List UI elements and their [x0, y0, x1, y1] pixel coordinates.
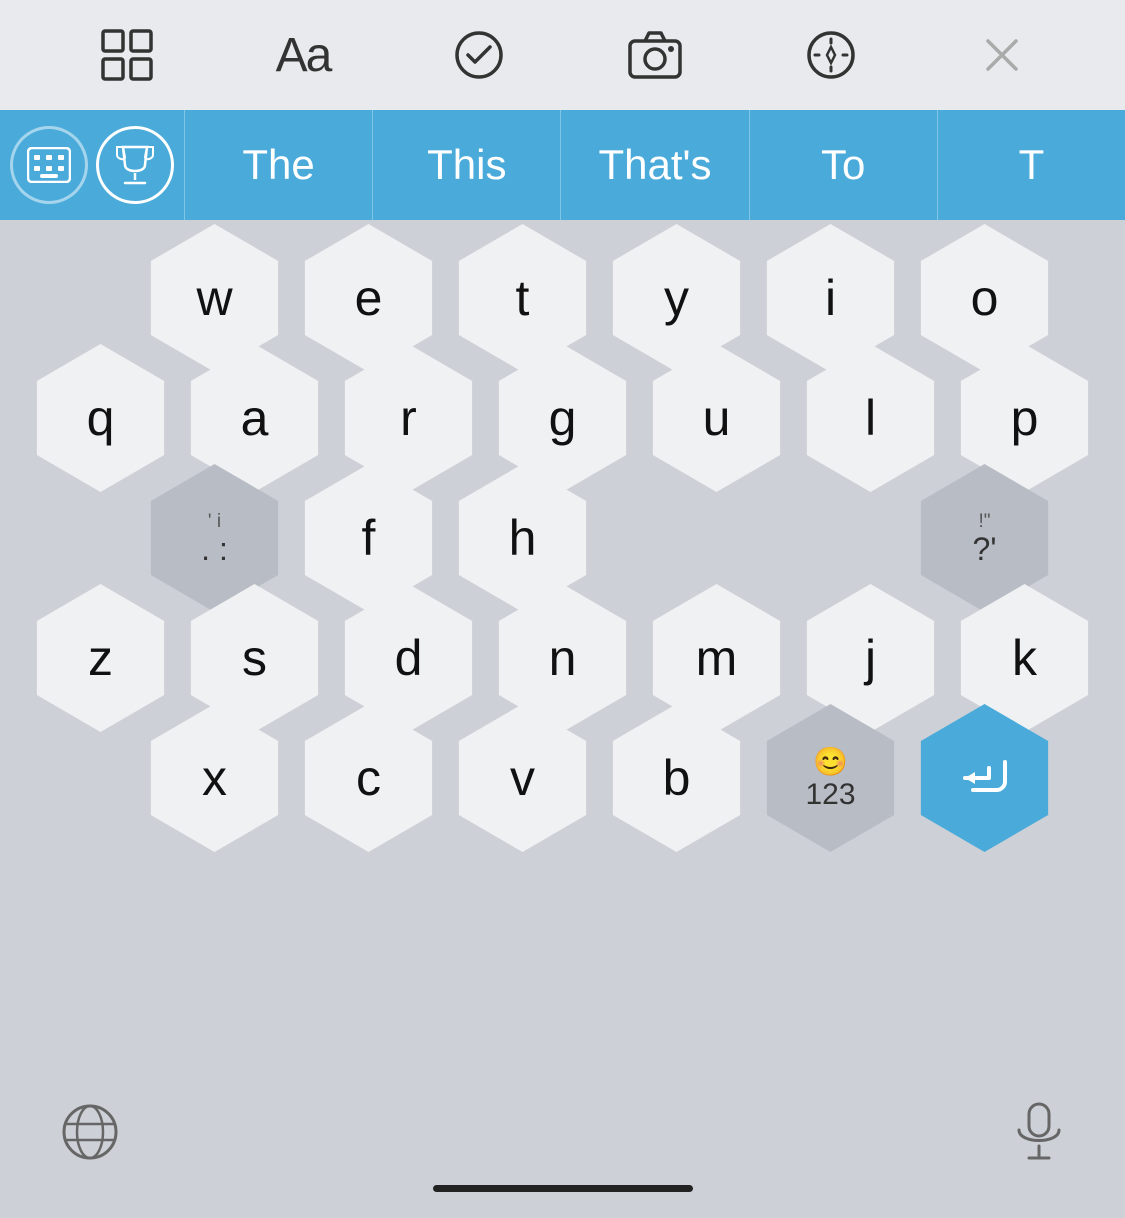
key-numeric[interactable]: 😊 123 — [757, 704, 905, 852]
camera-icon[interactable] — [627, 29, 683, 81]
pen-icon[interactable] — [805, 29, 857, 81]
key-x[interactable]: x — [141, 704, 289, 852]
keyboard-area: w e t y i o q a r g u l p ' i . : f — [0, 220, 1125, 1218]
hex-grid: w e t y i o q a r g u l p ' i . : f — [0, 238, 1125, 838]
globe-icon[interactable] — [60, 1102, 120, 1175]
mic-icon[interactable] — [1013, 1102, 1065, 1175]
key-return[interactable] — [911, 704, 1059, 852]
suggestion-this[interactable]: This — [372, 110, 560, 220]
text-icon[interactable]: Aa — [276, 28, 331, 83]
trophy-icon[interactable] — [96, 126, 174, 204]
key-c[interactable]: c — [295, 704, 443, 852]
key-v[interactable]: v — [449, 704, 597, 852]
suggestion-the[interactable]: The — [184, 110, 372, 220]
suggestion-bar: The This That's To T — [0, 110, 1125, 220]
suggestion-to[interactable]: To — [749, 110, 937, 220]
key-b[interactable]: b — [603, 704, 751, 852]
grid-icon[interactable] — [101, 29, 153, 81]
key-row-5: x c v b 😊 123 — [138, 704, 1062, 852]
suggestion-thats[interactable]: That's — [560, 110, 748, 220]
suggestion-t[interactable]: T — [937, 110, 1125, 220]
check-icon[interactable] — [453, 29, 505, 81]
bottom-bar — [0, 1068, 1125, 1208]
home-indicator — [433, 1185, 693, 1192]
top-toolbar: Aa — [0, 0, 1125, 110]
close-icon[interactable] — [980, 33, 1024, 77]
suggestion-words: The This That's To T — [184, 110, 1125, 220]
keyboard-toggle-icon[interactable] — [10, 126, 88, 204]
